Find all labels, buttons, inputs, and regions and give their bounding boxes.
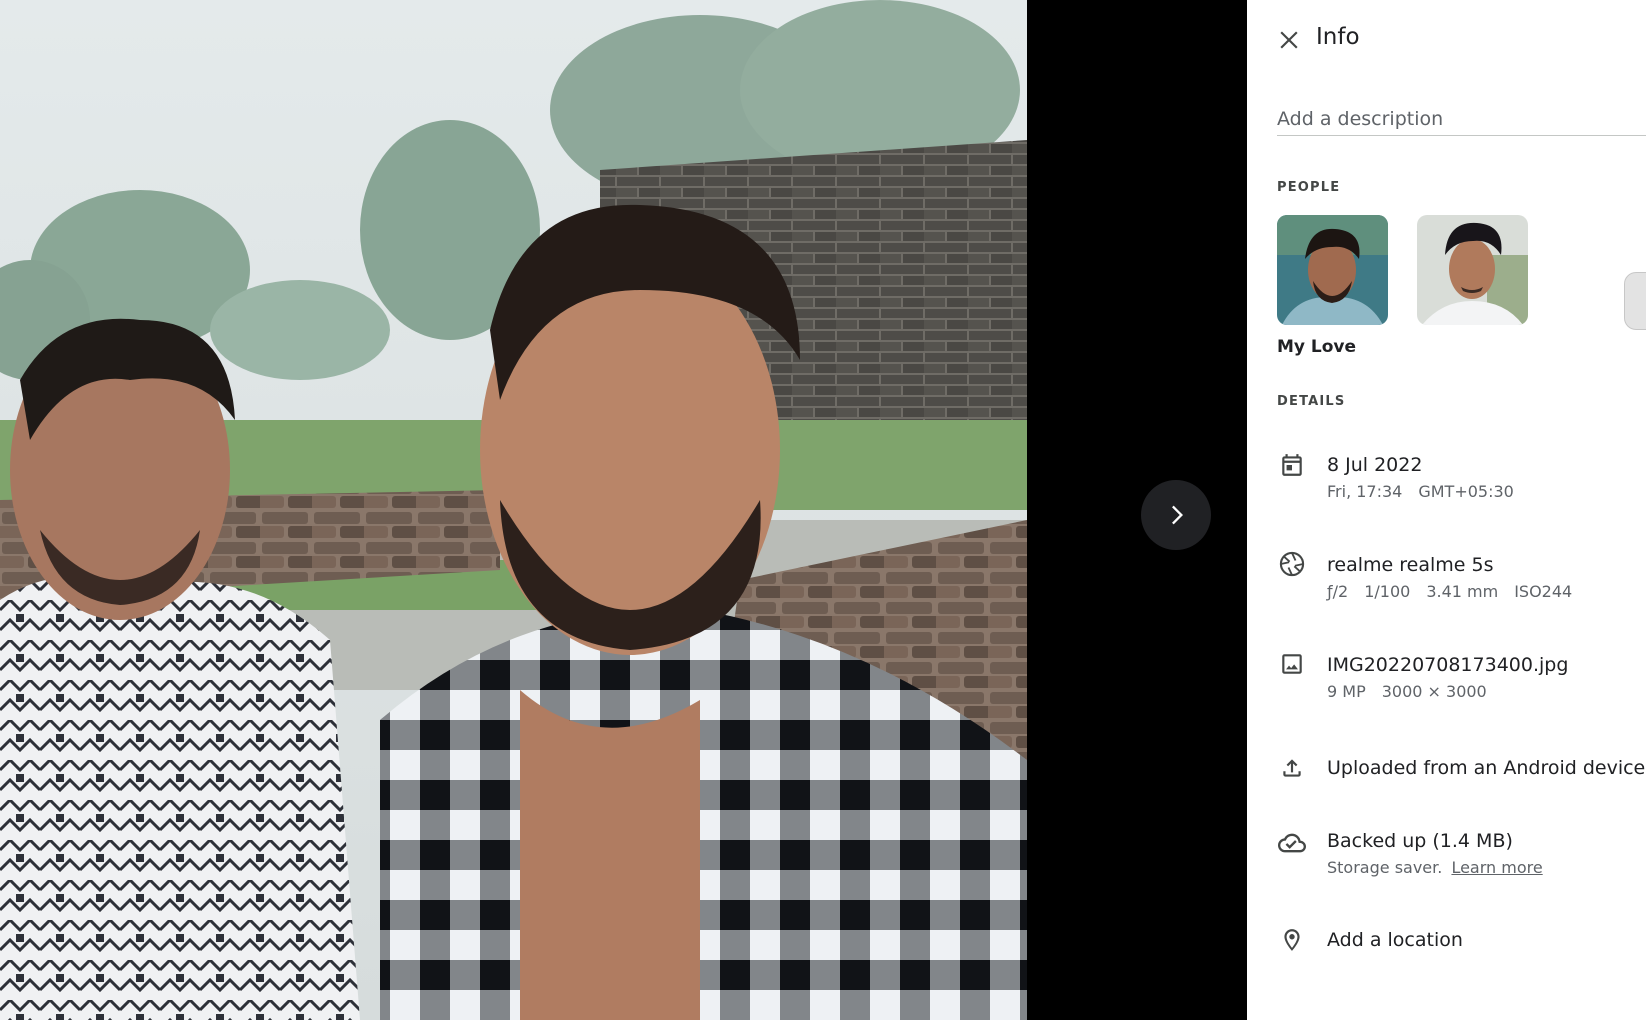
file-info: 9 MP 3000 × 3000 <box>1327 682 1487 701</box>
image-icon <box>1277 649 1307 679</box>
person-thumbnail-2[interactable] <box>1417 215 1528 325</box>
shutter-value: 1/100 <box>1364 582 1411 601</box>
focal-length-value: 3.41 mm <box>1426 582 1499 601</box>
calendar-icon <box>1277 450 1307 480</box>
camera-settings: ƒ/2 1/100 3.41 mm ISO244 <box>1327 582 1572 601</box>
selfie-photo <box>0 0 1027 1020</box>
camera-model: realme realme 5s <box>1327 554 1494 576</box>
backup-status: Backed up (1.4 MB) <box>1327 830 1513 852</box>
panel-header: Info <box>1247 0 1646 80</box>
next-photo-button[interactable] <box>1141 480 1211 550</box>
megapixels: 9 MP <box>1327 682 1366 701</box>
details-section-label: DETAILS <box>1277 394 1346 409</box>
iso-value: ISO244 <box>1514 582 1573 601</box>
location-pin-icon <box>1277 925 1307 955</box>
info-panel: Info PEOPLE My Love DETAILS 8 Jul 202 <box>1247 0 1646 1020</box>
date-primary: 8 Jul 2022 <box>1327 454 1423 476</box>
date-secondary: Fri, 17:34 GMT+05:30 <box>1327 482 1514 501</box>
description-input[interactable] <box>1277 102 1646 136</box>
close-icon <box>1280 31 1298 49</box>
timezone: GMT+05:30 <box>1418 482 1514 501</box>
day-time: Fri, 17:34 <box>1327 482 1403 501</box>
add-location-link[interactable]: Add a location <box>1327 929 1463 951</box>
people-section-label: PEOPLE <box>1277 180 1341 195</box>
panel-title: Info <box>1316 24 1360 50</box>
backup-secondary: Storage saver. Learn more <box>1327 858 1543 877</box>
person-name-1: My Love <box>1277 337 1357 357</box>
upload-source: Uploaded from an Android device <box>1327 757 1646 779</box>
storage-mode: Storage saver. <box>1327 858 1443 877</box>
aperture-icon <box>1277 549 1307 579</box>
learn-more-link[interactable]: Learn more <box>1451 858 1542 877</box>
cloud-done-icon <box>1277 828 1307 858</box>
aperture-value: ƒ/2 <box>1327 582 1349 601</box>
close-button[interactable] <box>1271 22 1307 58</box>
person-thumbnail-1[interactable] <box>1277 215 1388 325</box>
file-name: IMG20220708173400.jpg <box>1327 654 1569 676</box>
chevron-right-icon <box>1172 505 1183 525</box>
scroll-edge-tab[interactable] <box>1624 272 1646 330</box>
photo-viewer <box>0 0 1247 1020</box>
upload-icon <box>1277 753 1307 783</box>
dimensions: 3000 × 3000 <box>1381 682 1487 701</box>
